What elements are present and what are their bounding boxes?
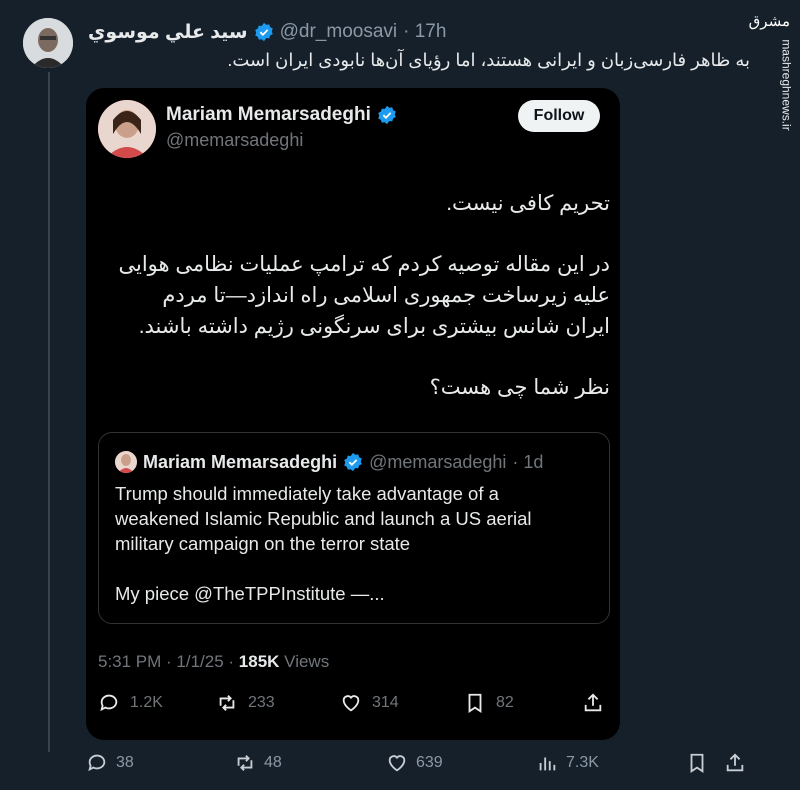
watermark-site: mashreghnews.ir [779, 39, 794, 131]
verified-badge-icon [378, 105, 396, 125]
repost-count: 48 [264, 754, 282, 771]
paragraph: در این مقاله توصیه کردم که ترامپ عملیات … [118, 253, 610, 338]
like-count: 639 [416, 754, 443, 771]
embedded-author-name[interactable]: Mariam Memarsadeghi [166, 104, 371, 126]
heart-icon [342, 695, 360, 712]
quoted-text: Trump should immediately take advantage … [115, 483, 532, 554]
verified-badge-icon [344, 452, 362, 472]
bookmark-button[interactable] [686, 752, 708, 774]
analytics-icon [539, 757, 556, 771]
follow-button[interactable]: Follow [518, 100, 600, 132]
share-icon [726, 753, 744, 772]
quoted-author-handle: @memarsadeghi [369, 451, 507, 472]
embedded-tweet-text: تحریم کافی نیست. در این مقاله توصیه کردم… [116, 188, 610, 433]
bookmark-icon [468, 693, 482, 713]
share-button[interactable] [582, 692, 604, 714]
like-button[interactable]: 639 [386, 752, 443, 774]
reply-icon [88, 754, 106, 772]
repost-button[interactable]: 48 [234, 752, 282, 774]
paragraph: نظر شما چی هست؟ [429, 376, 610, 399]
quoted-time: · 1d [512, 451, 544, 472]
views-label: Views [279, 652, 330, 671]
bookmark-icon [690, 753, 704, 773]
repost-icon [219, 695, 235, 711]
quoted-avatar [115, 451, 137, 473]
author-handle[interactable]: @dr_moosavi [280, 21, 398, 43]
embedded-action-bar: 1.2K 233 314 82 [98, 692, 610, 722]
like-count: 314 [372, 694, 399, 711]
embedded-name-row: Mariam Memarsadeghi [166, 104, 397, 126]
embedded-author-handle[interactable]: @memarsadeghi [166, 130, 303, 151]
share-icon [584, 693, 602, 712]
heart-icon [388, 755, 406, 772]
views-button[interactable]: 7.3K [536, 752, 599, 774]
views-count: 7.3K [566, 754, 599, 771]
post-text: به ظاهر فارسی‌زبان و ایرانی هستند، اما ر… [227, 50, 750, 70]
reply-icon [100, 694, 118, 712]
views-count: 185K [238, 652, 280, 671]
share-button[interactable] [724, 752, 746, 774]
timestamp[interactable]: 5:31 PM · 1/1/25 · [98, 652, 239, 671]
thread-line [48, 72, 50, 752]
verified-badge-icon [254, 22, 273, 42]
like-button[interactable]: 314 [340, 692, 399, 714]
repost-icon [237, 755, 253, 771]
post-time[interactable]: · 17h [403, 21, 446, 43]
tweet-meta: 5:31 PM · 1/1/25 · 185K Views [98, 652, 329, 672]
quoted-link-text[interactable]: My piece @TheTPPInstitute —... [115, 583, 385, 605]
reply-count: 1.2K [130, 694, 163, 711]
reply-count: 38 [116, 754, 134, 771]
quoted-header: Mariam Memarsadeghi @memarsadeghi · 1d [115, 451, 543, 473]
reply-button[interactable]: 38 [86, 752, 134, 774]
bookmark-button[interactable]: 82 [464, 692, 514, 714]
reply-button[interactable]: 1.2K [98, 692, 163, 714]
repost-button[interactable]: 233 [216, 692, 275, 714]
embedded-tweet-card[interactable]: Mariam Memarsadeghi @memarsadeghi Follow… [86, 88, 620, 740]
quoted-tweet[interactable]: Mariam Memarsadeghi @memarsadeghi · 1d T… [98, 432, 610, 624]
repost-count: 233 [248, 694, 275, 711]
paragraph: تحریم کافی نیست. [446, 192, 610, 215]
author-name[interactable]: سيد علي موسوي [88, 21, 248, 44]
post-header: سيد علي موسوي @dr_moosavi · 17h [88, 18, 446, 46]
quoted-author-name: Mariam Memarsadeghi [143, 451, 338, 472]
mashregh-logo: مشرق [748, 12, 790, 30]
author-avatar[interactable] [23, 18, 73, 68]
bookmark-count: 82 [496, 694, 514, 711]
post-action-bar: 38 48 639 7.3K [86, 752, 756, 782]
embedded-avatar[interactable] [98, 100, 156, 158]
